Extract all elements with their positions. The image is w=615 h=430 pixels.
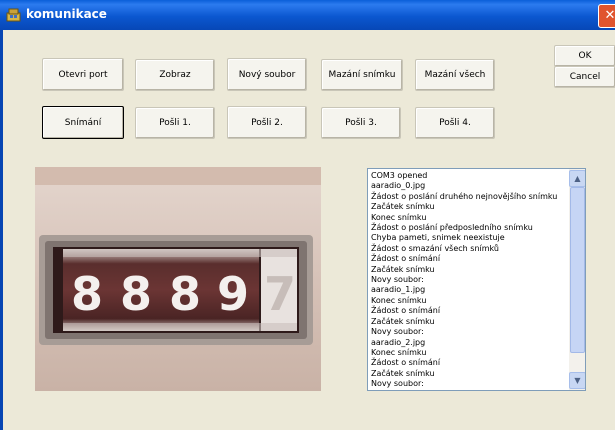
new-file-button[interactable]: Nový soubor <box>227 58 307 91</box>
log-listbox[interactable]: COM3 opened aaradio_0.jpg Žádost o poslání… <box>367 168 586 391</box>
log-item[interactable]: Žádost o snímání <box>371 254 567 264</box>
title-bar[interactable]: komunikace ✕ <box>0 0 615 30</box>
meter-digit: 9 <box>217 267 249 321</box>
ok-button[interactable]: OK <box>554 45 615 67</box>
log-item[interactable]: Konec snímku <box>371 296 567 306</box>
log-item[interactable]: Začátek snímku <box>371 369 567 379</box>
delete-image-button[interactable]: Mazání snímku <box>321 59 403 91</box>
send-3-button[interactable]: Pošli 3. <box>321 107 401 139</box>
send-2-button[interactable]: Pošli 2. <box>227 106 307 139</box>
log-item[interactable]: Novy soubor: <box>371 327 567 337</box>
capture-button[interactable]: Snímání <box>42 106 124 139</box>
scroll-thumb[interactable] <box>570 187 585 353</box>
log-list: COM3 opened aaradio_0.jpg Žádost o poslání… <box>371 171 567 390</box>
log-item[interactable]: Novy soubor: <box>371 275 567 285</box>
meter-digit: 8 <box>120 267 152 321</box>
log-item[interactable]: COM3 opened <box>371 171 567 181</box>
scroll-up-icon[interactable]: ▲ <box>569 170 585 187</box>
send-1-button[interactable]: Pošli 1. <box>135 107 215 139</box>
log-item[interactable]: Začátek snímku <box>371 317 567 327</box>
send-4-button[interactable]: Pošli 4. <box>415 107 495 139</box>
log-item[interactable]: Žádost o snímání <box>371 306 567 316</box>
log-item[interactable]: Začátek snímku <box>371 265 567 275</box>
log-item[interactable]: Konec snímku <box>371 213 567 223</box>
log-item[interactable]: aaradio_2.jpg <box>371 338 567 348</box>
log-item[interactable]: Začátek snímku <box>371 202 567 212</box>
meter-digit: 8 <box>71 267 103 321</box>
show-button[interactable]: Zobraz <box>135 59 215 91</box>
log-item[interactable]: Žádost o poslání předposledního snímku <box>371 223 567 233</box>
log-item[interactable]: Žádost o snímání <box>371 358 567 368</box>
cancel-button[interactable]: Cancel <box>554 66 615 88</box>
log-item[interactable]: aaradio_0.jpg <box>371 181 567 191</box>
meter-digit: 7 <box>264 267 296 321</box>
delete-all-button[interactable]: Mazání všech <box>415 59 495 91</box>
log-item[interactable]: Novy soubor: <box>371 379 567 389</box>
log-item[interactable]: Konec snímku <box>371 348 567 358</box>
log-item[interactable]: aaradio_1.jpg <box>371 285 567 295</box>
meter-digit: 8 <box>169 267 201 321</box>
log-item[interactable]: Chyba pameti, snimek neexistuje <box>371 233 567 243</box>
window-title: komunikace <box>26 7 107 21</box>
vertical-scrollbar[interactable]: ▲ ▼ <box>569 169 585 390</box>
app-icon <box>6 8 21 22</box>
scroll-down-icon[interactable]: ▼ <box>569 372 585 389</box>
log-item[interactable]: Žádost o poslání druhého nejnovějšího sn… <box>371 192 567 202</box>
window-frame-left <box>0 30 3 430</box>
log-item[interactable]: Žádost o smazání všech snímků <box>371 244 567 254</box>
open-port-button[interactable]: Otevri port <box>42 58 124 91</box>
meter-photo: 8 8 8 9 7 <box>35 167 321 391</box>
close-button[interactable]: ✕ <box>598 4 615 28</box>
